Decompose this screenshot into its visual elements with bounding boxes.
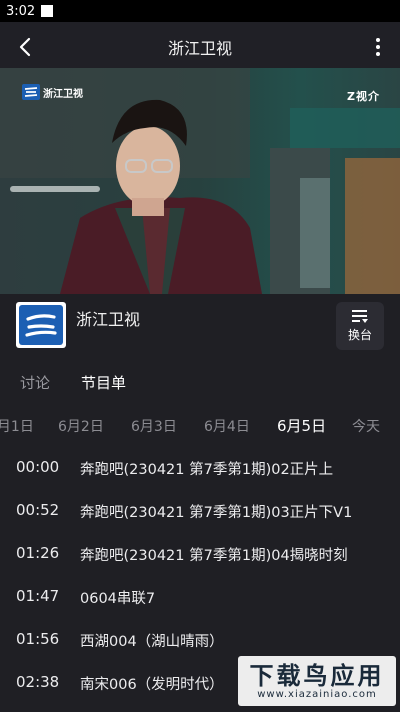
date-item[interactable]: 6月3日 [131, 416, 177, 436]
program-title: 南宋006（发明时代） [80, 677, 224, 693]
channel-watermark: 浙江卫视 [22, 84, 83, 100]
chevron-left-icon [19, 37, 31, 57]
date-item-selected[interactable]: 6月5日 [277, 415, 326, 436]
program-title: 奔跑吧(230421 第7季第1期)03正片下V1 [80, 505, 353, 521]
more-button[interactable] [368, 32, 388, 62]
tab-schedule[interactable]: 节目单 [81, 372, 126, 393]
channel-row: 浙江卫视 换台 [0, 296, 400, 362]
watermark-right-text: Z视介 [347, 90, 380, 103]
status-time: 3:02 [6, 3, 36, 19]
zjtv-logo-icon [19, 305, 63, 345]
status-bar: 3:02 [0, 0, 400, 22]
date-item[interactable]: 6月2日 [58, 416, 104, 436]
program-time: 01:56 [16, 630, 60, 648]
program-time: 01:47 [16, 587, 60, 605]
switch-channel-button[interactable]: 换台 [336, 302, 384, 350]
list-switch-icon [352, 310, 368, 323]
tab-discuss[interactable]: 讨论 [20, 372, 50, 393]
program-item[interactable]: 01:26 奔跑吧(230421 第7季第1期)04揭晓时刻 [0, 534, 400, 574]
date-item-today[interactable]: 今天 [352, 416, 380, 436]
notification-icon [41, 5, 54, 17]
date-selector: 6月1日 6月2日 6月3日 6月4日 6月5日 今天 [0, 414, 400, 440]
program-time: 01:26 [16, 544, 60, 562]
program-time: 00:52 [16, 501, 60, 519]
program-title: 西湖004（湖山晴雨） [80, 634, 224, 650]
tab-bar: 讨论 节目单 [0, 370, 400, 398]
program-title: 奔跑吧(230421 第7季第1期)04揭晓时刻 [80, 548, 348, 564]
program-time: 00:00 [16, 458, 60, 476]
app-bar: 浙江卫视 [0, 22, 400, 72]
video-frame [0, 68, 400, 294]
site-watermark-title: 下载鸟应用 [249, 661, 385, 690]
watermark-left-text: 浙江卫视 [43, 88, 83, 100]
date-item[interactable]: 6月4日 [204, 416, 250, 436]
program-item[interactable]: 00:52 奔跑吧(230421 第7季第1期)03正片下V1 [0, 491, 400, 531]
video-player[interactable]: 浙江卫视 Z视介 [0, 68, 400, 294]
more-vertical-icon [376, 38, 380, 56]
back-button[interactable] [10, 32, 40, 62]
page-title: 浙江卫视 [167, 39, 232, 58]
program-item[interactable]: 00:00 奔跑吧(230421 第7季第1期)02正片上 [0, 448, 400, 488]
channel-logo [16, 302, 66, 348]
site-watermark: 下载鸟应用 www.xiazainiao.com [238, 656, 396, 706]
site-watermark-url: www.xiazainiao.com [257, 688, 377, 700]
program-title: 奔跑吧(230421 第7季第1期)02正片上 [80, 462, 334, 478]
date-item[interactable]: 6月1日 [0, 416, 34, 436]
zjtv-logo-icon [22, 84, 40, 100]
program-time: 02:38 [16, 673, 60, 691]
program-title: 0604串联7 [80, 591, 156, 607]
channel-name: 浙江卫视 [76, 310, 141, 329]
program-item[interactable]: 01:47 0604串联7 [0, 577, 400, 617]
program-item[interactable]: 01:56 西湖004（湖山晴雨） [0, 620, 400, 660]
switch-channel-label: 换台 [347, 328, 372, 342]
